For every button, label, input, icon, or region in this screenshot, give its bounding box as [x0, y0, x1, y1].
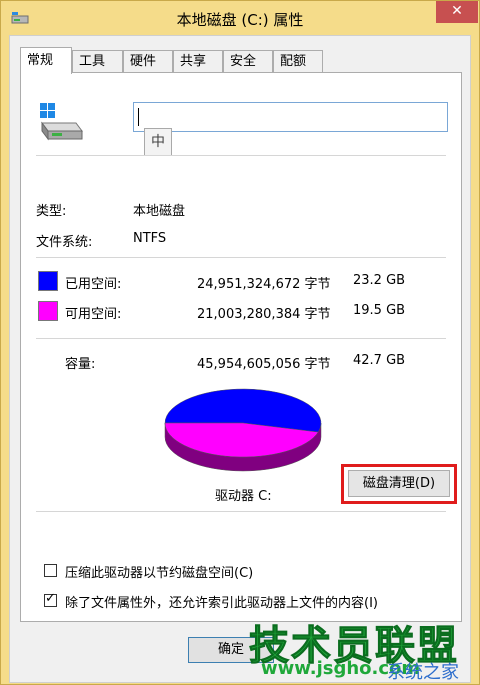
- capacity-bytes: 45,954,605,056 字节: [197, 357, 331, 372]
- index-checkbox[interactable]: ✓: [44, 591, 57, 607]
- ime-indicator[interactable]: 中: [144, 128, 172, 156]
- properties-window: 本地磁盘 (C:) 属性 ✕ 常规 工具 硬件 共享 安全 配额 中 类型: 本…: [0, 0, 480, 685]
- filesystem-label: 文件系统:: [36, 235, 93, 250]
- ok-button[interactable]: 确定: [188, 637, 274, 663]
- disk-cleanup-button[interactable]: 磁盘清理(D): [348, 470, 450, 497]
- index-check-mark: ✓: [45, 591, 56, 606]
- window-title: 本地磁盘 (C:) 属性: [176, 11, 304, 29]
- used-space-size: 23.2 GB: [353, 273, 406, 288]
- free-space-label: 可用空间:: [65, 307, 122, 322]
- compress-label: 压缩此驱动器以节约磁盘空间(C): [65, 566, 254, 581]
- tab-security[interactable]: 安全: [223, 50, 273, 73]
- free-space-size: 19.5 GB: [353, 303, 406, 318]
- index-label: 除了文件属性外，还允许索引此驱动器上文件的内容(I): [65, 596, 378, 611]
- drive-label: 驱动器 C:: [215, 489, 272, 504]
- dialog-content: 常规 工具 硬件 共享 安全 配额 中 类型: 本地磁盘 文件系统: NTFS …: [9, 35, 471, 683]
- used-space-label: 已用空间:: [65, 277, 122, 292]
- tab-hardware[interactable]: 硬件: [123, 50, 173, 73]
- separator: [36, 257, 446, 258]
- free-space-bytes: 21,003,280,384 字节: [197, 307, 331, 322]
- capacity-size: 42.7 GB: [353, 353, 406, 368]
- separator: [36, 338, 446, 339]
- text-caret: [138, 108, 139, 126]
- free-space-swatch: [38, 301, 58, 321]
- used-space-bytes: 24,951,324,672 字节: [197, 277, 331, 292]
- tab-quota[interactable]: 配额: [273, 50, 323, 73]
- tab-sharing[interactable]: 共享: [173, 50, 223, 73]
- type-label: 类型:: [36, 204, 67, 219]
- capacity-label: 容量:: [65, 357, 96, 372]
- tab-tools[interactable]: 工具: [72, 50, 123, 73]
- close-button[interactable]: ✕: [436, 1, 478, 23]
- used-space-swatch: [38, 271, 58, 291]
- separator: [36, 155, 446, 156]
- title-bar[interactable]: 本地磁盘 (C:) 属性 ✕: [1, 1, 479, 35]
- general-panel: 中 类型: 本地磁盘 文件系统: NTFS 已用空间: 24,951,324,6…: [20, 72, 462, 622]
- filesystem-value: NTFS: [133, 231, 167, 246]
- separator: [36, 511, 446, 512]
- type-value: 本地磁盘: [133, 204, 186, 219]
- drive-name-input[interactable]: [133, 102, 448, 132]
- compress-checkbox[interactable]: [44, 564, 57, 577]
- tab-general[interactable]: 常规: [20, 47, 72, 74]
- hard-drive-icon: [40, 103, 83, 141]
- disk-usage-pie-chart: [164, 388, 322, 472]
